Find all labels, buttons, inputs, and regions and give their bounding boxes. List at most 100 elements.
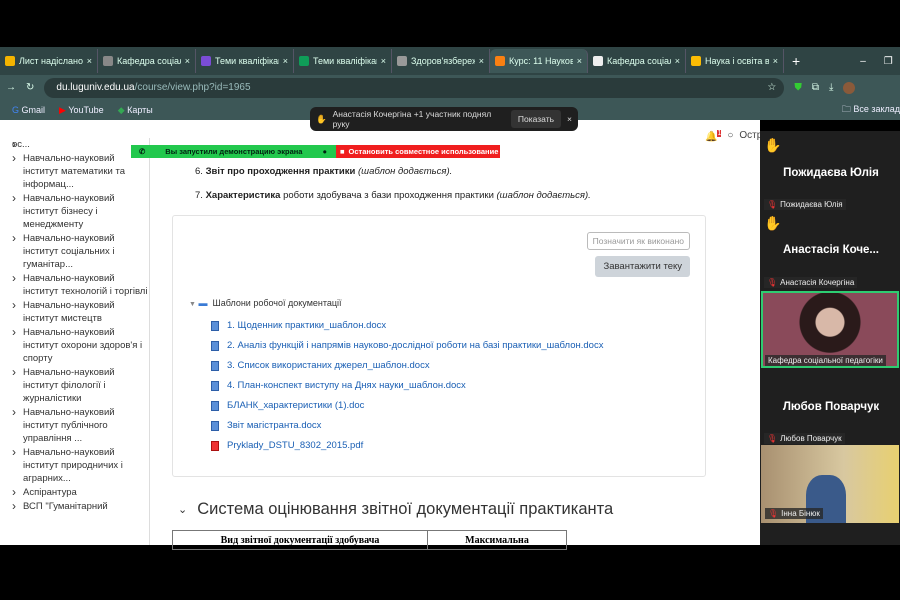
tab-bar: Лист надіслано × Кафедра соціал × Теми ква… <box>0 47 900 75</box>
participant-label: 🎙 Інна Бінюк <box>765 508 823 519</box>
pdf-icon <box>211 440 219 451</box>
favicon-icon <box>299 56 309 66</box>
sidebar-item[interactable]: Навчально-науковий інститут охорони здор… <box>8 326 149 365</box>
messages-icon[interactable]: ○ <box>727 130 733 142</box>
participants-panel: ✋ Пожидаєва Юлія 🎙 Пожидаєва Юлія ✋ Анаст… <box>760 131 900 545</box>
section-heading[interactable]: ⌄ Система оцінювання звітної документації… <box>178 500 613 519</box>
bookmark-gmail[interactable]: G Gmail <box>12 105 45 115</box>
favicon-icon <box>5 56 15 66</box>
grading-table-header: Вид звітної документації здобувача Макси… <box>172 530 567 550</box>
muted-mic-icon: 🎙 <box>767 200 778 209</box>
participant-name: Анастасія Коче... <box>783 244 879 256</box>
file-link[interactable]: Pryklady_DSTU_8302_2015.pdf <box>211 440 363 451</box>
bookmark-youtube[interactable]: ▶ YouTube <box>59 105 104 116</box>
table-header: Максимальна <box>465 535 529 546</box>
docx-icon <box>211 360 219 371</box>
stop-icon: ■ <box>340 147 345 156</box>
participant-video[interactable]: 🎙 Інна Бінюк <box>761 445 899 523</box>
all-bookmarks[interactable]: 🗀 Все заклад <box>842 102 900 118</box>
muted-mic-icon: 🎙 <box>767 278 778 287</box>
participant-name: Любов Поварчук <box>782 401 880 413</box>
url-input[interactable]: du.luguniv.edu.ua/course/view.php?id=196… <box>44 77 785 98</box>
favicon-icon <box>691 56 701 66</box>
participant-name: Пожидаєва Юлія <box>783 167 879 179</box>
tab[interactable]: Наука і освіта в × <box>686 49 784 73</box>
favicon-icon <box>397 56 407 66</box>
file-link[interactable]: 1. Щоденник практики_шаблон.docx <box>211 320 386 331</box>
raised-hand-notification: ✋ Анастасія Кочергіна +1 участник поднял… <box>310 107 578 131</box>
phone-icon: ✆ <box>139 147 146 156</box>
screen-share-status: ✆ Вы запустили демонстрацию экрана ● <box>131 145 336 158</box>
sidebar-item[interactable]: Навчально-науковий інститут природничих … <box>8 446 149 485</box>
doc-icon <box>211 400 219 411</box>
close-icon[interactable]: × <box>567 114 572 124</box>
sidebar-item[interactable]: Навчально-науковий інститут бізнесу і ме… <box>8 192 149 231</box>
sidebar-item[interactable]: ВСП "Гуманітарний <box>8 500 149 513</box>
docx-icon <box>211 380 219 391</box>
raised-hand-icon: ✋ <box>764 215 782 231</box>
download-icon[interactable]: ⤓ <box>829 82 833 93</box>
extension-shield-icon[interactable]: ⛊ <box>794 82 802 93</box>
tab[interactable]: Кафедра соціал × <box>98 49 196 73</box>
tab[interactable]: Теми кваліфікац × <box>196 49 294 73</box>
shield-icon: ● <box>322 147 328 156</box>
raised-hand-icon: ✋ <box>764 137 782 153</box>
docx-icon <box>211 420 219 431</box>
collapse-icon[interactable]: ▼ <box>189 301 196 308</box>
list-item-7: 7. Характеристика роботи здобувача з баз… <box>195 190 591 201</box>
file-link[interactable]: 3. Список використаних джерел_шаблон.doc… <box>211 360 430 371</box>
favicon-icon <box>495 56 505 66</box>
sidebar-item[interactable]: ос... <box>8 138 149 151</box>
folder-card: Позначити як виконано Завантажити теку ▼… <box>172 215 706 477</box>
reload-icon[interactable]: ↻ <box>26 82 34 93</box>
participant-label: 🎙 Пожидаєва Юлія <box>764 199 846 210</box>
sidebar-item[interactable]: Навчально-науковий інститут соціальних і… <box>8 232 149 271</box>
forward-icon[interactable]: → <box>6 82 16 93</box>
download-folder-button[interactable]: Завантажити теку <box>595 256 690 277</box>
hand-icon: ✋ <box>316 113 327 124</box>
restore-button[interactable]: ❐ <box>884 56 893 67</box>
new-tab-button[interactable]: + <box>792 53 800 69</box>
participant-label: 🎙 Анастасія Кочергіна <box>764 277 858 288</box>
table-header: Вид звітної документації здобувача <box>173 531 428 549</box>
show-button[interactable]: Показать <box>510 110 562 128</box>
favicon-icon <box>103 56 113 66</box>
sidebar-item[interactable]: Навчально-науковий інститут філології і … <box>8 366 149 405</box>
file-link[interactable]: Звіт магістранта.docx <box>211 420 321 431</box>
sidebar-item[interactable]: Навчально-науковий інститут публічного у… <box>8 406 149 445</box>
sidebar-item[interactable]: Навчально-науковий інститут технологій і… <box>8 272 149 298</box>
participant-label: Кафедра соціальної педагогіки <box>765 355 886 366</box>
tab[interactable]: Кафедра соціал × <box>588 49 686 73</box>
muted-mic-icon: 🎙 <box>767 434 778 443</box>
participant-label: 🎙 Любов Поварчук <box>764 433 845 444</box>
file-link[interactable]: 4. План-конспект виступу на Днях науки_ш… <box>211 380 466 391</box>
sidebar-item[interactable]: Навчально-науковий інститут математики т… <box>8 152 149 191</box>
favicon-icon <box>593 56 603 66</box>
tab[interactable]: Здоров'язбереж × <box>392 49 490 73</box>
tab[interactable]: Лист надіслано × <box>0 49 98 73</box>
requirements-list: 6. Звіт про проходження практики (шаблон… <box>195 160 591 208</box>
sidebar-item[interactable]: Аспірантура <box>8 486 149 499</box>
profile-avatar[interactable] <box>843 81 856 94</box>
bookmark-maps[interactable]: ◆ Карты <box>118 105 153 116</box>
muted-mic-icon: 🎙 <box>768 509 779 518</box>
star-icon[interactable]: ☆ <box>767 82 776 93</box>
folder-tree-root[interactable]: ▼ ▬ Шаблони робочої документації <box>189 298 342 308</box>
sidebar: ос... Навчально-науковий інститут матема… <box>0 138 150 545</box>
file-link[interactable]: БЛАНК_характеристики (1).doc <box>211 400 364 411</box>
favicon-icon <box>201 56 211 66</box>
list-item-6: 6. Звіт про проходження практики (шаблон… <box>195 166 453 177</box>
participant-video[interactable]: Кафедра соціальної педагогіки <box>761 291 899 368</box>
sidebar-item[interactable]: Навчально-науковий інститут мистецтв <box>8 299 149 325</box>
extensions-icon[interactable]: ⧉ <box>812 82 819 93</box>
tab[interactable]: Теми кваліфікац × <box>294 49 392 73</box>
minimize-button[interactable]: – <box>860 56 866 67</box>
notification-bell-icon[interactable]: 🔔1 <box>705 130 722 142</box>
file-link[interactable]: 2. Аналіз функцій і напрямів науково-дос… <box>211 340 603 351</box>
stop-sharing-button[interactable]: ■ Остановить совместное использование <box>336 145 500 158</box>
mark-done-button[interactable]: Позначити як виконано <box>586 232 690 250</box>
chevron-down-icon[interactable]: ⌄ <box>178 503 187 516</box>
address-bar-row: → ↻ du.luguniv.edu.ua/course/view.php?id… <box>0 75 900 100</box>
folder-icon: ▬ <box>198 298 208 308</box>
tab-active[interactable]: Курс: 11 Науков × <box>490 49 588 73</box>
